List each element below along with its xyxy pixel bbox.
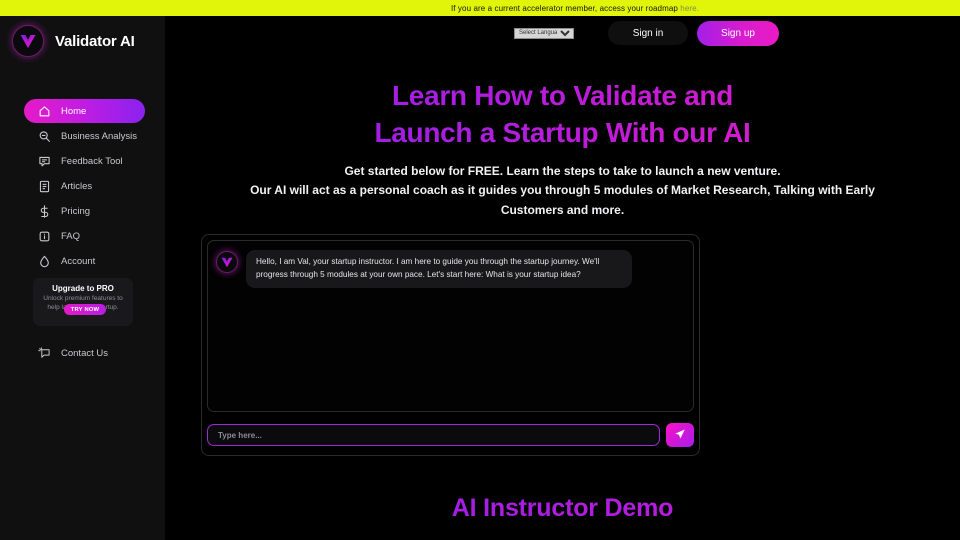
- assistant-message: Hello, I am Val, your startup instructor…: [246, 250, 632, 289]
- search-icon: [37, 129, 51, 143]
- chat-message-area: Hello, I am Val, your startup instructor…: [207, 240, 694, 412]
- chat-panel: Hello, I am Val, your startup instructor…: [201, 234, 700, 456]
- validator-v-logo-icon: [216, 251, 238, 273]
- contact-icon: [37, 346, 51, 360]
- hero-subtitle-line-1: Get started below for FREE. Learn the st…: [344, 163, 781, 178]
- chat-message-row: Hello, I am Val, your startup instructor…: [216, 250, 685, 289]
- send-paper-plane-icon: [674, 428, 686, 443]
- demo-section-title: AI Instructor Demo: [165, 494, 960, 523]
- hero-title-line-2: Launch a Startup With our AI: [374, 116, 751, 148]
- sign-in-button[interactable]: Sign in: [608, 21, 688, 45]
- upgrade-to-pro-card: Upgrade to PRO Unlock premium features t…: [33, 278, 133, 326]
- hero-subtitle-line-2: Our AI will act as a personal coach as i…: [250, 183, 875, 217]
- hero-section: Learn How to Validate and Launch a Start…: [165, 78, 960, 220]
- chat-composer: [207, 423, 694, 447]
- sidebar-nav: Home Business Analysis Feedback Tool Art…: [0, 99, 165, 273]
- brand[interactable]: Validator AI: [0, 16, 165, 66]
- validator-v-logo-icon: [12, 25, 44, 57]
- sidebar-item-account[interactable]: Account: [24, 249, 145, 273]
- sidebar-item-articles[interactable]: Articles: [24, 174, 145, 198]
- sidebar: Validator AI Home Business Analysis Feed…: [0, 16, 165, 540]
- home-icon: [37, 104, 51, 118]
- sidebar-item-pricing[interactable]: Pricing: [24, 199, 145, 223]
- header-toolbar: Select Language Sign in Sign up: [165, 16, 960, 50]
- sidebar-item-label: FAQ: [61, 230, 81, 242]
- upgrade-title: Upgrade to PRO: [52, 284, 114, 293]
- sidebar-item-feedback-tool[interactable]: Feedback Tool: [24, 149, 145, 173]
- sidebar-item-label: Articles: [61, 180, 93, 192]
- sidebar-item-label: Account: [61, 255, 96, 267]
- sign-up-button[interactable]: Sign up: [697, 20, 779, 46]
- sidebar-item-business-analysis[interactable]: Business Analysis: [24, 124, 145, 148]
- sidebar-item-contact-us[interactable]: Contact Us: [24, 341, 145, 365]
- sidebar-item-label: Feedback Tool: [61, 155, 123, 167]
- try-now-button[interactable]: TRY NOW: [64, 304, 106, 315]
- contact-us-wrapper: Contact Us: [0, 341, 165, 365]
- document-icon: [37, 179, 51, 193]
- brand-name: Validator AI: [55, 32, 135, 50]
- info-icon: [37, 229, 51, 243]
- chat-input[interactable]: [207, 424, 660, 446]
- hero-subtitle: Get started below for FREE. Learn the st…: [165, 162, 960, 220]
- banner-here-link[interactable]: here.: [680, 4, 699, 13]
- page-title: Learn How to Validate and Launch a Start…: [165, 78, 960, 152]
- language-select[interactable]: Select Language: [514, 27, 574, 39]
- sidebar-item-label: Pricing: [61, 205, 91, 217]
- message-icon: [37, 154, 51, 168]
- sidebar-item-label: Contact Us: [61, 347, 108, 359]
- dollar-icon: [37, 204, 51, 218]
- sidebar-item-label: Home: [61, 105, 87, 117]
- hero-title-line-1: Learn How to Validate and: [391, 80, 733, 111]
- sidebar-item-label: Business Analysis: [61, 130, 138, 142]
- banner-message: If you are a current accelerator member,…: [450, 3, 681, 13]
- accelerator-banner: If you are a current accelerator member,…: [0, 0, 960, 16]
- bolt-icon: [37, 254, 51, 268]
- send-button[interactable]: [666, 423, 694, 447]
- banner-text: If you are a current accelerator member,…: [451, 4, 699, 13]
- sidebar-item-faq[interactable]: FAQ: [24, 224, 145, 248]
- sidebar-item-home[interactable]: Home: [24, 99, 145, 123]
